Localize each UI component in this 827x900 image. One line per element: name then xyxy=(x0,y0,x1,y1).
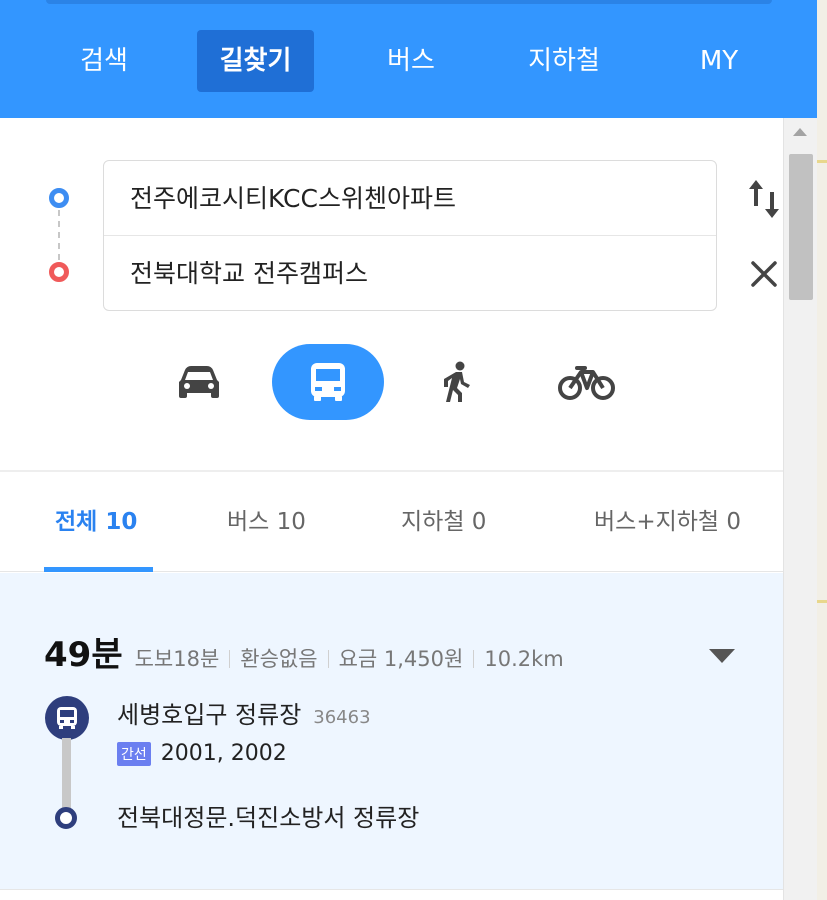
separator xyxy=(229,650,231,668)
tab-bus-label: 버스 xyxy=(227,509,270,535)
walk-time: 도보18분 xyxy=(134,647,220,671)
expand-chevron-icon[interactable] xyxy=(709,649,735,663)
route-summary: 49분 도보18분 환승없음 요금 1,450원 10.2km xyxy=(44,627,564,675)
bus-icon xyxy=(311,363,345,401)
fare-info: 요금 1,450원 xyxy=(338,647,464,671)
tab-subway[interactable]: 지하철 xyxy=(505,30,623,92)
swap-button[interactable] xyxy=(745,176,785,222)
origin-marker-icon xyxy=(49,188,69,208)
route-result-card[interactable]: 49분 도보18분 환승없음 요금 1,450원 10.2km 세병호입구 정류… xyxy=(0,573,783,889)
tab-subway-label: 지하철 xyxy=(401,509,465,535)
route-form: 전주에코시티KCC스위첸아파트 전북대학교 전주캠퍼스 xyxy=(0,118,783,470)
scroll-up-arrow-icon[interactable] xyxy=(793,128,807,136)
tab-my[interactable]: MY xyxy=(680,30,758,92)
boarding-stop-name: 세병호입구 정류장 xyxy=(117,701,302,729)
mode-walk-button[interactable] xyxy=(432,344,484,420)
origin-input[interactable]: 전주에코시티KCC스위첸아파트 xyxy=(104,161,716,236)
walk-icon xyxy=(444,361,470,402)
bus-stop-icon xyxy=(45,696,89,740)
tab-bus-results[interactable]: 버스 10 xyxy=(227,472,306,572)
car-icon xyxy=(179,366,219,398)
tab-bus[interactable]: 버스 xyxy=(364,30,458,92)
map-edge[interactable] xyxy=(817,0,827,900)
alighting-stop: 전북대정문.덕진소방서 정류장 xyxy=(117,804,420,832)
line-type-badge: 간선 xyxy=(117,741,151,766)
destination-marker-icon xyxy=(49,262,69,282)
clear-button[interactable] xyxy=(745,255,785,295)
timeline-line xyxy=(62,738,71,808)
destination-input[interactable]: 전북대학교 전주캠퍼스 xyxy=(104,236,716,311)
next-result-edge xyxy=(0,889,783,900)
tab-bus-subway-count: 0 xyxy=(726,509,742,535)
directions-panel: 검색 길찾기 버스 지하철 MY 전주에코시티KCC스위첸아파트 전북대학교 전… xyxy=(0,0,817,900)
bus-numbers: 2001, 2002 xyxy=(160,741,287,766)
distance-info: 10.2km xyxy=(484,647,564,671)
separator xyxy=(473,650,475,668)
close-icon xyxy=(751,261,777,287)
search-bar[interactable] xyxy=(46,0,772,4)
boarding-stop-id: 36463 xyxy=(313,707,371,728)
mode-car-button[interactable] xyxy=(166,344,232,420)
bike-icon xyxy=(558,366,615,400)
main-nav: 검색 길찾기 버스 지하철 MY xyxy=(0,30,817,92)
active-tab-indicator xyxy=(44,567,153,572)
alight-stop-marker-icon xyxy=(55,807,77,829)
result-tabs: 전체 10 버스 10 지하철 0 버스+지하철 0 xyxy=(0,472,783,572)
swap-icon xyxy=(749,180,779,218)
map-road xyxy=(817,160,827,163)
boarding-stop: 세병호입구 정류장 36463 xyxy=(117,695,371,730)
route-duration: 49분 xyxy=(44,635,123,675)
transport-modes xyxy=(0,344,783,420)
tab-subway-count: 0 xyxy=(471,509,487,535)
scrollbar[interactable] xyxy=(783,118,817,900)
mode-bike-button[interactable] xyxy=(556,344,618,420)
tab-bus-count: 10 xyxy=(276,509,306,535)
tab-bus-subway-label: 버스+지하철 xyxy=(594,509,720,535)
tab-all[interactable]: 전체 10 xyxy=(55,472,137,572)
header: 검색 길찾기 버스 지하철 MY xyxy=(0,0,817,118)
mode-bus-button[interactable] xyxy=(272,344,384,420)
tab-search[interactable]: 검색 xyxy=(58,30,150,92)
tab-bus-subway-results[interactable]: 버스+지하철 0 xyxy=(594,472,741,572)
tab-all-count: 10 xyxy=(105,509,138,535)
tab-subway-results[interactable]: 지하철 0 xyxy=(401,472,486,572)
route-connector xyxy=(58,210,60,260)
bus-line-info: 간선 2001, 2002 xyxy=(117,741,287,766)
route-inputs: 전주에코시티KCC스위첸아파트 전북대학교 전주캠퍼스 xyxy=(103,160,717,311)
bus-icon xyxy=(57,707,77,729)
map-road xyxy=(817,600,827,603)
tab-all-label: 전체 xyxy=(55,509,98,535)
transfer-info: 환승없음 xyxy=(240,647,318,671)
scroll-thumb[interactable] xyxy=(789,154,813,300)
separator xyxy=(327,650,329,668)
tab-directions[interactable]: 길찾기 xyxy=(197,30,314,92)
